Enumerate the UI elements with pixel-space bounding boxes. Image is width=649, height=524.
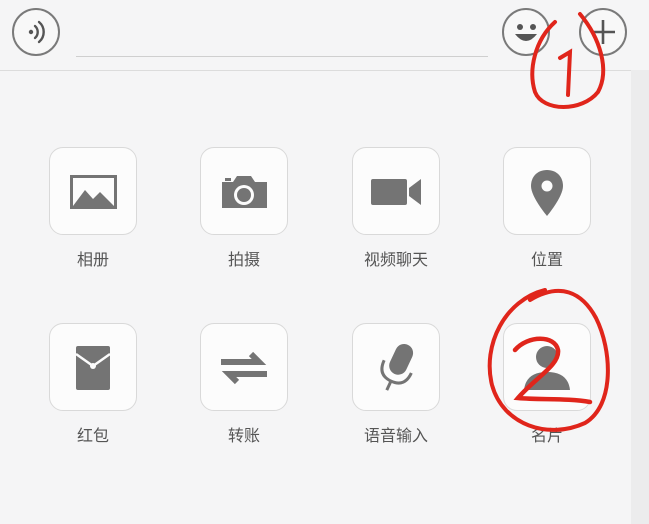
video-camera-icon xyxy=(371,179,421,205)
photo-album-icon xyxy=(70,175,117,209)
video-chat-label: 视频聊天 xyxy=(363,250,428,269)
microphone-icon xyxy=(380,344,414,391)
voice-input-tile[interactable] xyxy=(352,323,440,411)
message-input-field[interactable] xyxy=(76,56,488,57)
chat-input-bar xyxy=(0,0,649,71)
camera-label: 拍摄 xyxy=(227,250,260,269)
voice-toggle-button[interactable] xyxy=(12,8,60,56)
transfer-label: 转账 xyxy=(227,426,260,445)
transfer-tile[interactable] xyxy=(200,323,288,411)
plus-icon xyxy=(591,20,615,44)
red-envelope-tile[interactable] xyxy=(49,323,137,411)
location-tile[interactable] xyxy=(503,147,591,235)
voice-wave-icon xyxy=(28,20,45,44)
more-functions-panel xyxy=(0,71,631,524)
transfer-arrows-icon xyxy=(221,351,267,385)
red-envelope-icon xyxy=(75,346,111,390)
album-tile[interactable] xyxy=(49,147,137,235)
camera-icon xyxy=(222,176,267,208)
album-label: 相册 xyxy=(76,250,109,269)
contact-card-tile[interactable] xyxy=(503,323,591,411)
contact-card-icon xyxy=(524,346,570,390)
voice-input-label: 语音输入 xyxy=(363,426,428,445)
emoji-button[interactable] xyxy=(502,8,550,56)
location-pin-icon xyxy=(531,170,563,216)
more-plus-button[interactable] xyxy=(579,8,627,56)
location-label: 位置 xyxy=(530,250,563,269)
emoji-face-icon xyxy=(515,24,537,41)
panel-right-edge xyxy=(631,70,649,524)
camera-tile[interactable] xyxy=(200,147,288,235)
video-chat-tile[interactable] xyxy=(352,147,440,235)
contact-card-label: 名片 xyxy=(530,426,563,445)
red-envelope-label: 红包 xyxy=(76,426,109,445)
